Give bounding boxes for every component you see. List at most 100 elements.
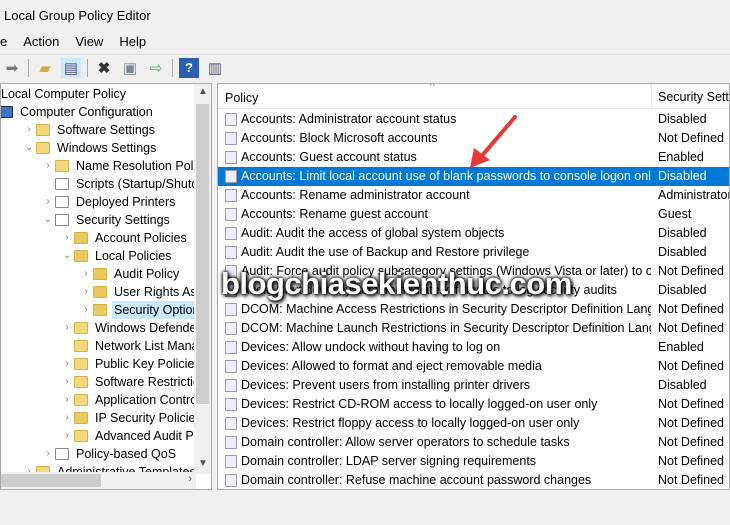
policy-row[interactable]: Devices: Allow undock without having to … — [218, 338, 729, 357]
expand-chevron-icon[interactable]: › — [60, 229, 74, 247]
tree-item[interactable]: ›Windows Defender Firewall — [60, 319, 211, 337]
policy-row[interactable]: Audit: Audit the use of Backup and Resto… — [218, 243, 729, 262]
policy-row[interactable]: Domain controller: LDAP server signing r… — [218, 452, 729, 471]
tree-item[interactable]: › Public Key Policies — [60, 355, 203, 373]
menu-view[interactable]: View — [67, 34, 111, 49]
policy-icon — [225, 474, 237, 487]
policy-row[interactable]: Domain controller: Refuse machine accoun… — [218, 471, 729, 489]
properties-icon[interactable]: ▣ — [120, 58, 140, 78]
policy-row[interactable]: Devices: Restrict CD-ROM access to local… — [218, 395, 729, 414]
expand-chevron-icon[interactable]: › — [41, 445, 55, 463]
policy-row[interactable]: DCOM: Machine Access Restrictions in Sec… — [218, 300, 729, 319]
policy-row[interactable]: Accounts: Block Microsoft accounts Not De… — [218, 129, 729, 148]
expand-chevron-icon[interactable]: › — [60, 427, 74, 445]
menu-help[interactable]: Help — [111, 34, 154, 49]
tree-item[interactable]: Scripts (Startup/Shutdown) — [41, 175, 211, 193]
delete-icon[interactable]: ✖ — [94, 58, 114, 78]
expand-chevron-icon[interactable]: › — [41, 157, 55, 175]
policy-name: Accounts: Rename guest account — [241, 207, 428, 221]
expand-chevron-icon[interactable]: › — [41, 193, 55, 211]
expand-chevron-icon[interactable]: › — [79, 301, 93, 319]
scroll-up-icon[interactable]: ▲ — [198, 86, 208, 97]
tree-pane: Local Computer Policy Computer Configurat… — [0, 83, 212, 490]
expand-chevron-icon[interactable]: › — [60, 391, 74, 409]
tree-item[interactable]: › Audit Policy — [79, 265, 181, 283]
policy-row[interactable]: DCOM: Machine Launch Restrictions in Sec… — [218, 319, 729, 338]
security-setting: Disabled — [658, 378, 707, 392]
expand-chevron-icon[interactable]: › — [79, 265, 93, 283]
tree-item-label: Audit Policy — [114, 267, 180, 281]
tree-item[interactable]: ›IP Security Policies on Local Computer — [60, 409, 211, 427]
policy-row[interactable]: Accounts: Limit local account use of bla… — [218, 167, 729, 186]
policy-icon — [225, 284, 237, 297]
tree-item[interactable]: › Policy-based QoS — [41, 445, 178, 463]
tree-item[interactable]: ⌄ Security Settings — [41, 211, 172, 229]
export-list-icon[interactable]: ⇨ — [146, 58, 166, 78]
policy-name: Devices: Restrict floppy access to local… — [241, 416, 580, 430]
tree-item[interactable]: ›Software Restriction Policies — [60, 373, 211, 391]
forward-arrow-icon[interactable]: ➡ — [2, 58, 22, 78]
tree-item[interactable]: › Name Resolution Policy — [41, 157, 211, 175]
tree-horizontal-scrollbar[interactable]: › — [1, 472, 196, 489]
policy-row[interactable]: Accounts: Rename administrator account Ad… — [218, 186, 729, 205]
policy-row[interactable]: Audit: Audit the access of global system… — [218, 224, 729, 243]
column-header-policy[interactable]: Policy — [225, 91, 258, 105]
tree-item-label: Policy-based QoS — [76, 447, 177, 461]
expand-chevron-icon[interactable]: ⌄ — [22, 139, 36, 157]
policy-row[interactable]: Devices: Restrict floppy access to local… — [218, 414, 729, 433]
scroll-thumb[interactable] — [1, 474, 101, 487]
policy-row[interactable]: Accounts: Rename guest account Guest — [218, 205, 729, 224]
expand-chevron-icon[interactable]: › — [79, 283, 93, 301]
show-action-pane-icon[interactable]: ▥ — [205, 58, 225, 78]
tree-item[interactable]: › Deployed Printers — [41, 193, 177, 211]
expand-chevron-icon[interactable]: › — [60, 373, 74, 391]
policy-name: Audit: Audit the access of global system… — [241, 226, 505, 240]
folder-icon — [74, 430, 88, 442]
tree-item[interactable]: ⌄ Windows Settings — [22, 139, 158, 157]
tree-vertical-scrollbar[interactable]: ▲ ▼ — [194, 84, 211, 474]
policy-row[interactable]: Domain controller: Allow server operator… — [218, 433, 729, 452]
scroll-right-icon[interactable]: › — [188, 473, 192, 485]
column-header-security-setting[interactable]: Security Setting — [651, 84, 729, 109]
policy-icon — [225, 170, 237, 183]
policy-icon — [225, 341, 237, 354]
expand-chevron-icon[interactable]: › — [60, 355, 74, 373]
tree-item-label: Computer Configuration — [20, 105, 153, 119]
show-hide-tree-icon[interactable]: ▤ — [61, 57, 81, 78]
tree-item[interactable]: ›Application Control Policies — [60, 391, 211, 409]
expand-chevron-icon[interactable]: › — [60, 319, 74, 337]
up-folder-icon[interactable]: ▰ — [35, 58, 55, 78]
menu-action[interactable]: Action — [15, 34, 67, 49]
expand-chevron-icon[interactable]: ⌄ — [60, 247, 74, 265]
policy-name: Accounts: Administrator account status — [241, 112, 457, 126]
policy-name: Devices: Restrict CD-ROM access to local… — [241, 397, 598, 411]
help-icon[interactable]: ? — [179, 57, 199, 78]
scroll-down-icon[interactable]: ▼ — [198, 458, 208, 469]
policy-row[interactable]: Audit: Force audit policy subcategory se… — [218, 262, 729, 281]
tree-item[interactable]: Computer Configuration — [1, 103, 155, 121]
policy-name: Domain controller: Refuse machine accoun… — [241, 473, 592, 487]
security-folder-icon — [74, 250, 88, 262]
tree-item[interactable]: › Security Options — [79, 301, 208, 319]
policy-row[interactable]: Accounts: Guest account status Enabled — [218, 148, 729, 167]
menu-file[interactable]: e — [0, 34, 15, 49]
expand-chevron-icon[interactable]: › — [60, 409, 74, 427]
policy-name: DCOM: Machine Launch Restrictions in Sec… — [241, 321, 651, 335]
expand-chevron-icon[interactable]: ⌄ — [41, 211, 55, 229]
tree-item[interactable]: ›User Rights Assignment — [79, 283, 211, 301]
tree-item[interactable]: ⌄ Local Policies — [60, 247, 173, 265]
tree-item[interactable]: › Advanced Audit Policy — [60, 427, 211, 445]
policy-row[interactable]: Devices: Prevent users from installing p… — [218, 376, 729, 395]
tree-item[interactable]: › Account Policies — [60, 229, 189, 247]
policy-name: Devices: Allowed to format and eject rem… — [241, 359, 542, 373]
policy-row[interactable]: Accounts: Administrator account status Di… — [218, 110, 729, 129]
tree-item[interactable]: Local Computer Policy — [1, 85, 128, 103]
computer-icon — [1, 106, 13, 118]
policy-row[interactable]: Audit: Shut down system immediately if u… — [218, 281, 729, 300]
tree-item[interactable]: › Software Settings — [22, 121, 157, 139]
tree-item-label: Deployed Printers — [76, 195, 176, 209]
tree-item[interactable]: Network List Manager — [60, 337, 211, 355]
scroll-thumb[interactable] — [196, 104, 209, 404]
policy-row[interactable]: Devices: Allowed to format and eject rem… — [218, 357, 729, 376]
expand-chevron-icon[interactable]: › — [22, 121, 36, 139]
